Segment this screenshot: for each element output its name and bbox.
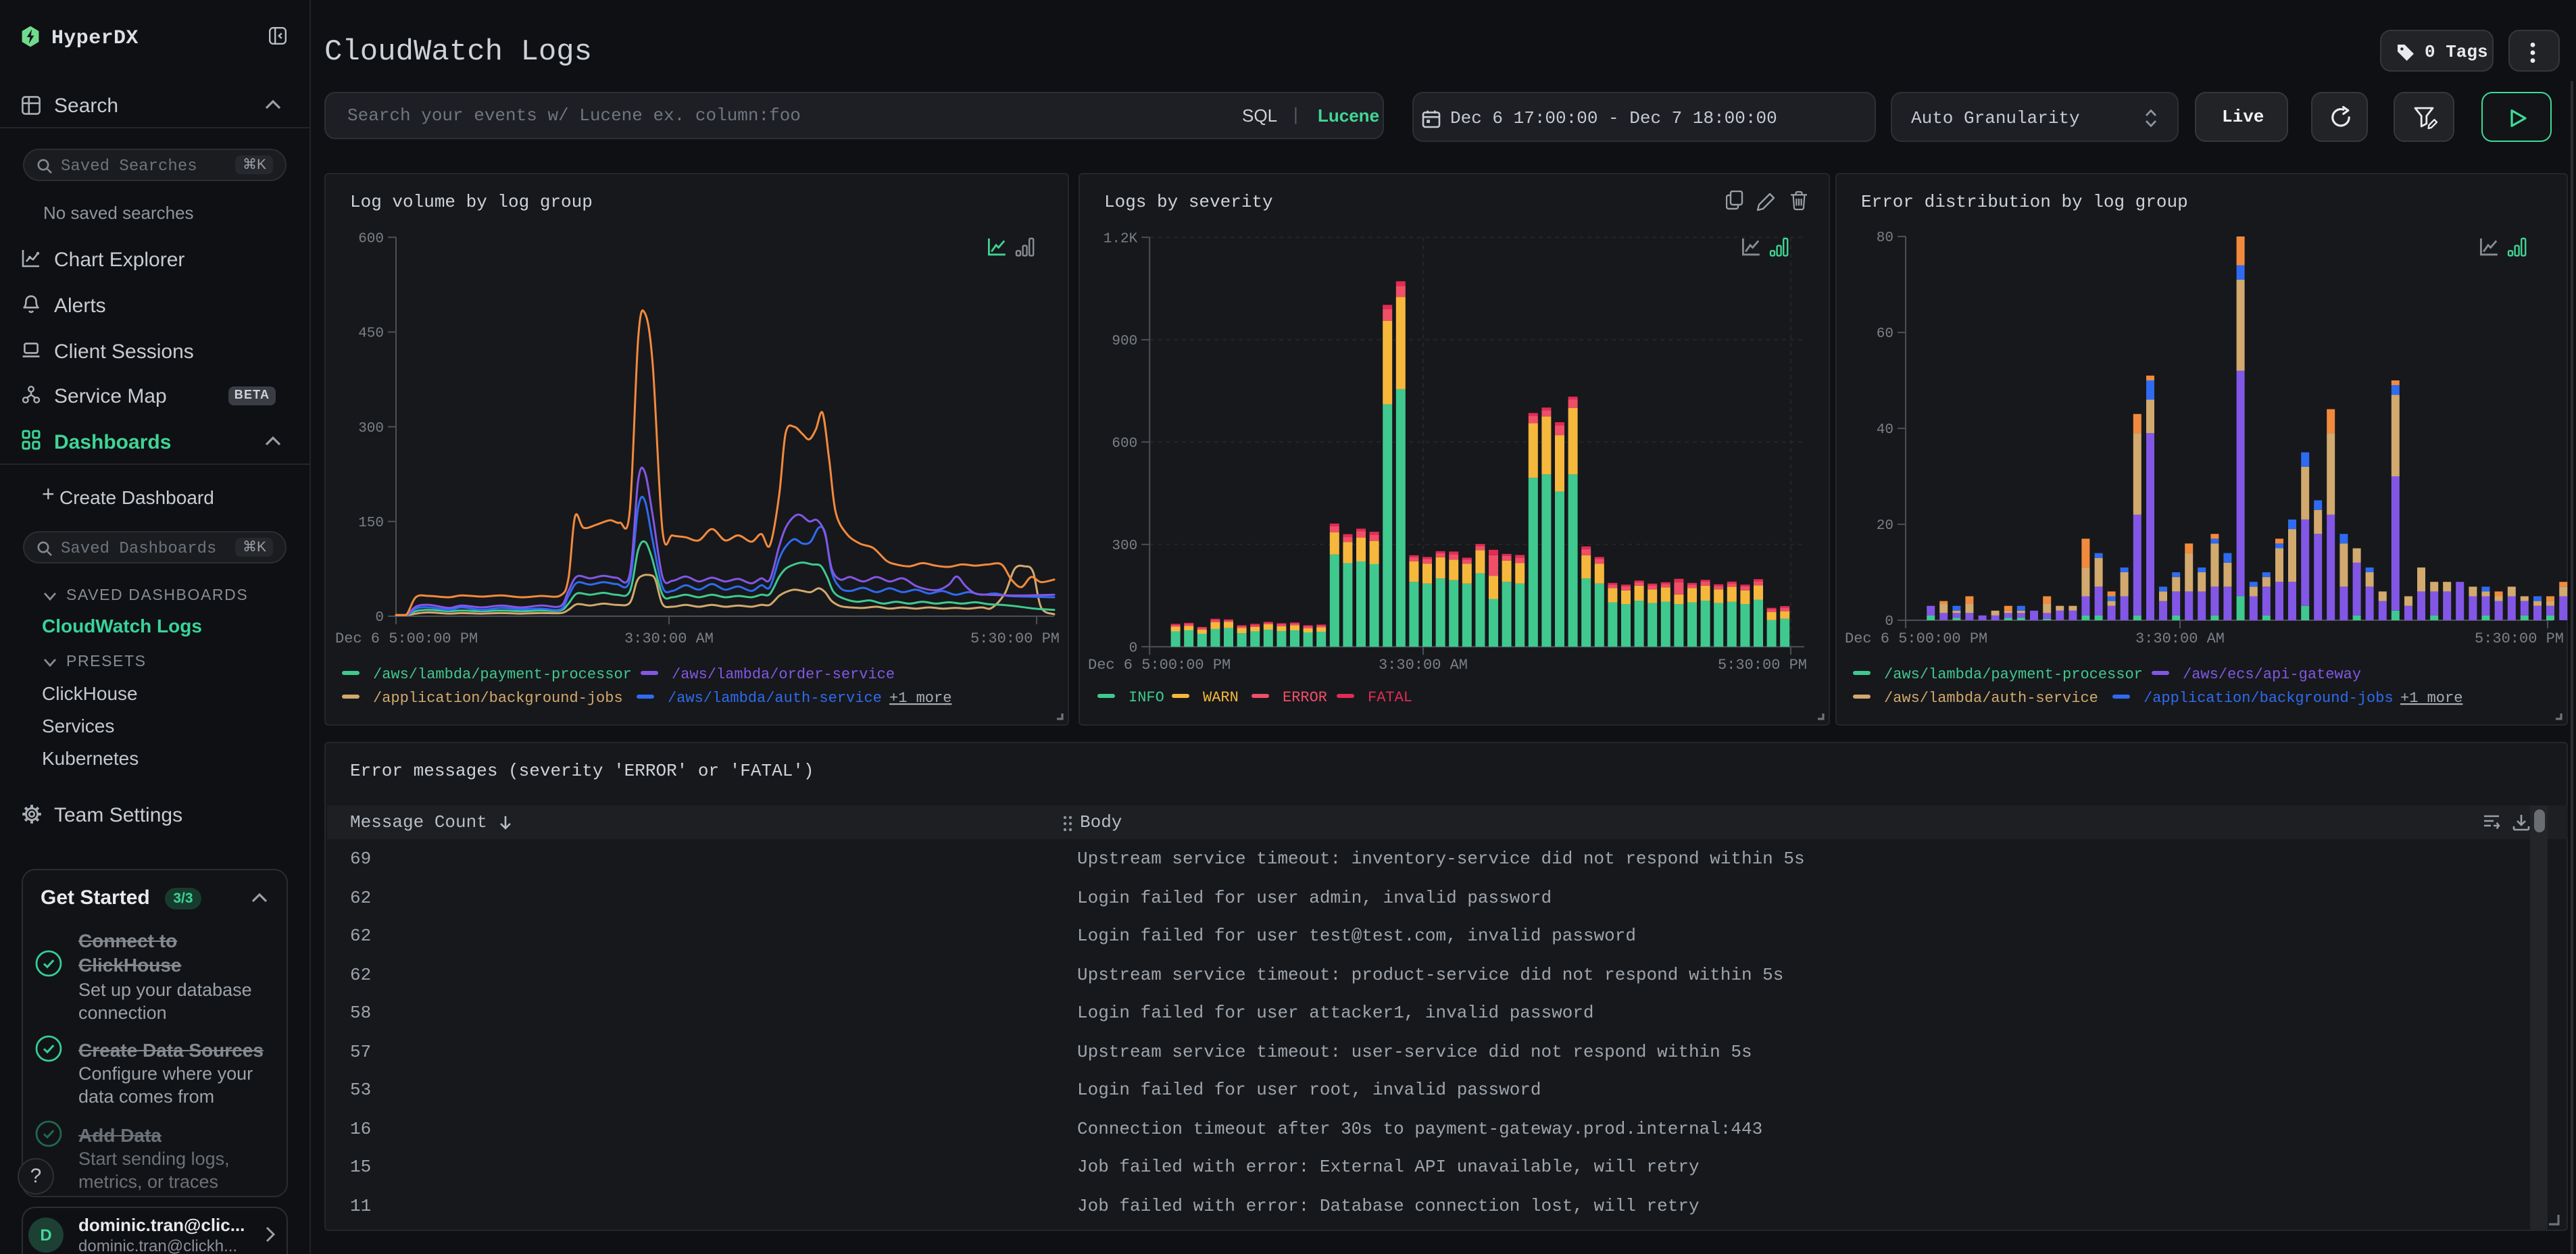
svg-text:450: 450 <box>358 326 384 342</box>
svg-text:60: 60 <box>1877 326 1893 342</box>
svg-text:3:30:00 AM: 3:30:00 AM <box>2135 630 2225 647</box>
svg-text:Dec 6 5:00:00 PM: Dec 6 5:00:00 PM <box>1845 630 1987 647</box>
svg-text:/aws/lambda/payment-processor: /aws/lambda/payment-processor <box>373 666 632 683</box>
svg-text:Dec 6 5:00:00 PM: Dec 6 5:00:00 PM <box>1088 657 1231 674</box>
svg-text:ERROR: ERROR <box>1283 689 1327 706</box>
svg-text:5:30:00 PM: 5:30:00 PM <box>970 630 1060 647</box>
svg-text:/aws/lambda/order-service: /aws/lambda/order-service <box>672 666 895 683</box>
svg-text:WARN: WARN <box>1203 689 1239 706</box>
svg-text:600: 600 <box>1112 436 1137 451</box>
svg-text:0: 0 <box>1885 614 1893 630</box>
svg-text:40: 40 <box>1877 422 1893 438</box>
svg-text:/aws/lambda/auth-service: /aws/lambda/auth-service <box>668 690 882 707</box>
svg-text:/application/background-jobs: /application/background-jobs <box>373 690 623 707</box>
svg-text:80: 80 <box>1877 230 1893 246</box>
svg-text:/aws/lambda/auth-service: /aws/lambda/auth-service <box>1884 690 2098 707</box>
svg-text:5:30:00 PM: 5:30:00 PM <box>1718 657 1807 674</box>
svg-text:600: 600 <box>358 231 384 247</box>
svg-text:3:30:00 AM: 3:30:00 AM <box>1379 657 1468 674</box>
svg-text:/aws/lambda/payment-processor: /aws/lambda/payment-processor <box>1884 666 2143 683</box>
svg-text:300: 300 <box>358 421 384 436</box>
svg-text:0: 0 <box>1129 641 1138 656</box>
svg-text:INFO: INFO <box>1129 689 1164 706</box>
svg-text:FATAL: FATAL <box>1368 689 1412 706</box>
svg-text:300: 300 <box>1112 538 1137 554</box>
svg-text:Dec 6 5:00:00 PM: Dec 6 5:00:00 PM <box>335 630 478 647</box>
svg-text:5:30:00 PM: 5:30:00 PM <box>2475 630 2564 647</box>
svg-text:+1 more: +1 more <box>889 690 951 707</box>
svg-text:+1 more: +1 more <box>2400 690 2462 707</box>
svg-text:0: 0 <box>375 610 384 626</box>
svg-text:/application/background-jobs: /application/background-jobs <box>2144 690 2394 707</box>
svg-text:/aws/ecs/api-gateway: /aws/ecs/api-gateway <box>2183 666 2361 683</box>
svg-text:1.2K: 1.2K <box>1104 231 1138 247</box>
svg-text:20: 20 <box>1877 518 1893 534</box>
svg-text:3:30:00 AM: 3:30:00 AM <box>624 630 714 647</box>
svg-text:900: 900 <box>1112 334 1137 349</box>
svg-text:150: 150 <box>358 516 384 531</box>
